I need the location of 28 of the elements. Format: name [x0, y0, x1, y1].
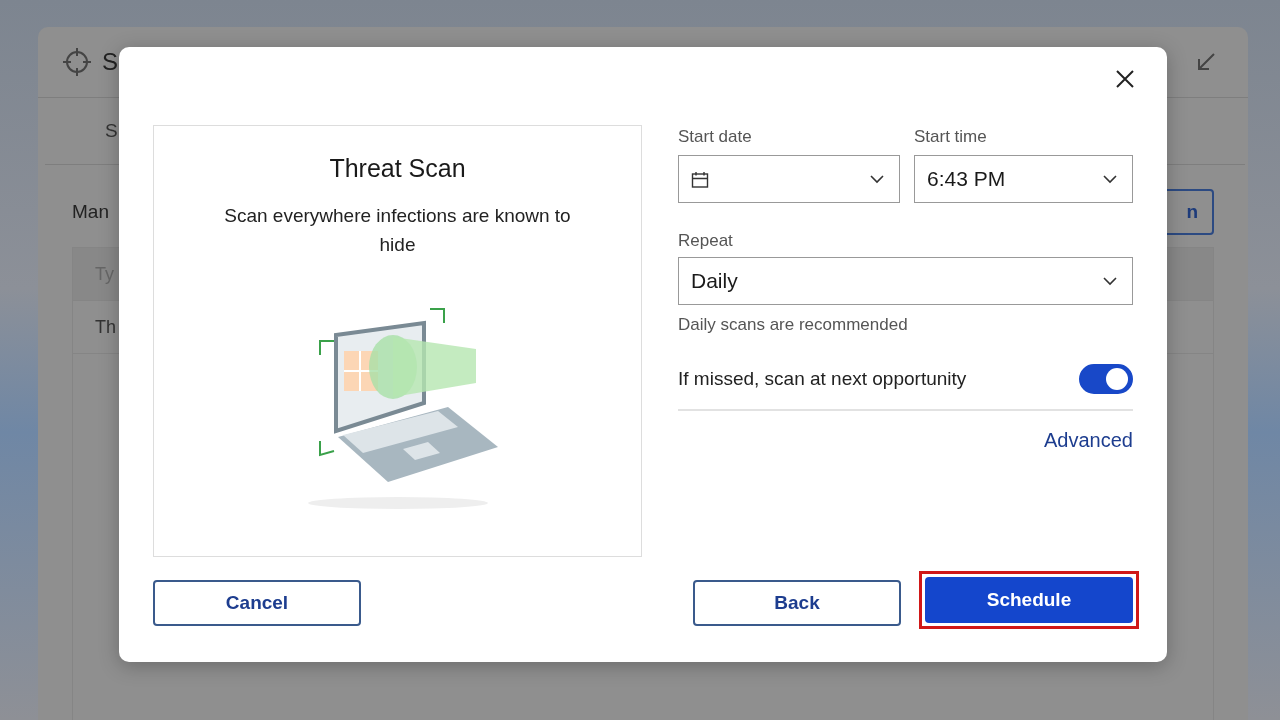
- minimize-icon[interactable]: [1196, 52, 1216, 72]
- secondary-button[interactable]: Back: [693, 580, 901, 626]
- window-title: S: [102, 48, 118, 76]
- advanced-link[interactable]: Advanced: [1044, 429, 1133, 452]
- calendar-icon: [691, 170, 709, 188]
- crosshair-icon: [62, 47, 92, 77]
- field-value: Daily: [691, 269, 739, 293]
- field-value: 6:43 PM: [927, 167, 1007, 191]
- date-dropdown[interactable]: [678, 155, 900, 203]
- repeat-dropdown[interactable]: Daily: [678, 257, 1133, 305]
- field-label: Start date: [678, 127, 753, 148]
- toggle-switch[interactable]: [1079, 364, 1133, 394]
- secondary-button[interactable]: Cancel: [153, 580, 361, 626]
- close-icon[interactable]: [1115, 69, 1135, 89]
- option-label: If missed, scan at next opportunity: [678, 368, 968, 390]
- section-title: Man: [72, 201, 109, 223]
- card-description: Scan everywhere infections are known to hide: [223, 204, 572, 257]
- chevron-down-icon: [1102, 174, 1118, 184]
- primary-button[interactable]: Schedule: [925, 577, 1133, 623]
- tab[interactable]: S: [105, 120, 118, 142]
- time-dropdown[interactable]: 6:43 PM: [914, 155, 1133, 203]
- table-cell: Th: [95, 316, 116, 338]
- field-label: Repeat: [678, 231, 734, 252]
- card-title: Threat Scan: [329, 154, 466, 183]
- hint-text: Daily scans are recommended: [678, 315, 909, 335]
- field-label: Start time: [914, 127, 988, 148]
- chevron-down-icon: [869, 174, 885, 184]
- chevron-down-icon: [1102, 276, 1118, 286]
